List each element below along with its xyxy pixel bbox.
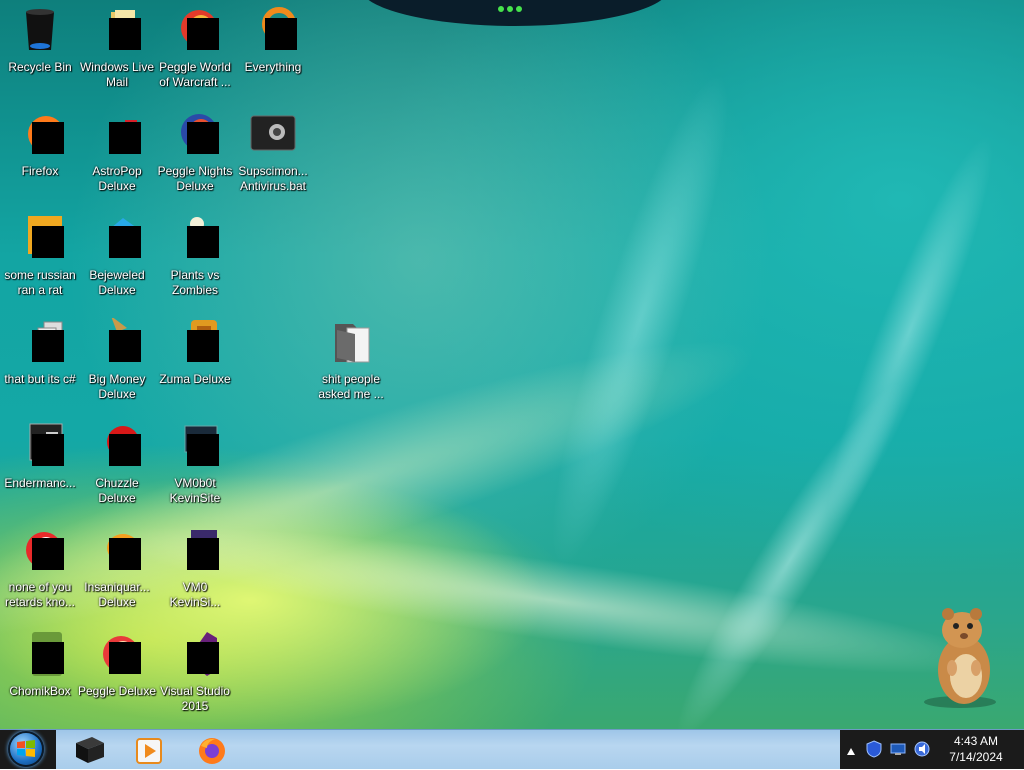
- recycle-bin-icon: [16, 6, 64, 54]
- desktop-icon-label: Firefox: [21, 164, 59, 178]
- monitor-icon: [171, 526, 219, 574]
- gem-icon: [93, 214, 141, 262]
- desktop-icon-big-money-deluxe[interactable]: Big Money Deluxe: [77, 316, 157, 402]
- windows-logo-icon: [8, 731, 44, 767]
- visual-studio-icon: [171, 630, 219, 678]
- taskbar-media-player[interactable]: [124, 732, 172, 767]
- desktop-icon-label: some russian ran a rat: [4, 268, 76, 297]
- taskbar-firefox[interactable]: [188, 732, 236, 767]
- taskbar: 4:43 AM 7/14/2024: [0, 729, 1024, 769]
- desktop-icon-firefox[interactable]: Firefox: [0, 110, 80, 179]
- media-player-icon: [136, 738, 162, 768]
- desktop-icon-astropop-deluxe[interactable]: AstroPop Deluxe: [77, 110, 157, 194]
- desktop-icon-label: Peggle World of Warcraft ...: [159, 60, 231, 89]
- desktop-icon-vm0b0t-kevinsite[interactable]: VM0b0t KevinSite: [155, 422, 235, 506]
- document-icon: e: [16, 214, 64, 262]
- desktop-icon-label: Chuzzle Deluxe: [95, 476, 139, 505]
- clock[interactable]: 4:43 AM 7/14/2024: [930, 733, 1022, 765]
- hamster-gadget[interactable]: [920, 600, 1010, 710]
- desktop-icon-label: none of you retards kno...: [4, 580, 76, 609]
- clock-date: 7/14/2024: [949, 750, 1003, 764]
- game-icon: [93, 422, 141, 470]
- desktop-icon-supscimon-antivirus-bat[interactable]: Supscimon... Antivirus.bat: [233, 110, 313, 194]
- desktop-icon-chomikbox[interactable]: ox ChomikBox: [0, 630, 80, 699]
- desktop-icon-label: VM0 KevinSi...: [169, 580, 221, 609]
- game-icon: [93, 110, 141, 158]
- desktop-icon-visual-studio-2015[interactable]: Visual Studio 2015: [155, 630, 235, 714]
- desktop-icon-label: Visual Studio 2015: [160, 684, 230, 713]
- desktop-icon-peggle-deluxe[interactable]: Peggle Deluxe: [77, 630, 157, 699]
- desktop-icon-that-but-its-csharp[interactable]: that but its c#: [0, 318, 80, 387]
- taskbar-recycle-bin[interactable]: [66, 732, 114, 767]
- desktop-icon-label: Plants vs Zombies: [170, 268, 220, 297]
- terminal-icon: [16, 422, 64, 470]
- desktop-icon-insaniquarium-deluxe[interactable]: Insaniquar... Deluxe: [77, 526, 157, 610]
- mail-icon: [93, 6, 141, 54]
- fish-icon: [93, 526, 141, 574]
- folder-icon: [327, 318, 375, 366]
- desktop-icon-none-of-you[interactable]: none of you retards kno...: [0, 526, 80, 610]
- start-button[interactable]: [0, 730, 56, 769]
- peggle-icon: [16, 526, 64, 574]
- desktop-icon-label: that but its c#: [4, 372, 76, 386]
- recycle-bin-icon: [74, 735, 106, 769]
- desktop-icon-label: Big Money Deluxe: [88, 372, 146, 401]
- firefox-icon: [197, 736, 227, 770]
- monitor-icon: [171, 422, 219, 470]
- firefox-icon: [16, 110, 64, 158]
- desktop-icon-label: Everything: [244, 60, 302, 74]
- desktop-icon-label: Insaniquar... Deluxe: [84, 580, 150, 609]
- top-gadget: [360, 0, 670, 26]
- desktop-icon-label: shit people asked me ...: [318, 372, 384, 401]
- desktop-icon-zuma-deluxe[interactable]: Zuma Deluxe: [155, 318, 235, 387]
- desktop-icon-label: AstroPop Deluxe: [92, 164, 142, 193]
- desktop-icon-windows-live-mail[interactable]: Windows Live Mail: [77, 6, 157, 90]
- desktop-icon-bejeweled-deluxe[interactable]: Bejeweled Deluxe: [77, 214, 157, 298]
- desktop[interactable]: Recycle Bin Windows Live Mail Peggle Wor…: [0, 0, 1024, 729]
- desktop-icon-label: Recycle Bin: [8, 60, 72, 74]
- system-tray: 4:43 AM 7/14/2024: [840, 730, 1024, 769]
- desktop-icon-label: Bejeweled Deluxe: [89, 268, 145, 297]
- desktop-icon-folder[interactable]: shit people asked me ...: [311, 318, 391, 402]
- copy-icon: [16, 318, 64, 366]
- desktop-icon-label: ChomikBox: [9, 684, 71, 698]
- desktop-icon-vm0-kevinsite[interactable]: VM0 KevinSi...: [155, 526, 235, 610]
- peggle-icon: [171, 110, 219, 158]
- peggle-icon: [171, 6, 219, 54]
- desktop-icon-label: VM0b0t KevinSite: [169, 476, 221, 505]
- desktop-icon-everything[interactable]: Everything: [233, 6, 313, 75]
- desktop-icon-some-russian-ran-a-rat[interactable]: e some russian ran a rat: [0, 214, 80, 298]
- hamster-box-icon: ox: [16, 630, 64, 678]
- desktop-icon-endermanch[interactable]: Endermanc...: [0, 422, 80, 491]
- volume-icon[interactable]: [914, 740, 930, 762]
- batch-file-icon: [249, 110, 297, 158]
- desktop-icon-label: Endermanc...: [4, 476, 76, 490]
- desktop-icon-chuzzle-deluxe[interactable]: Chuzzle Deluxe: [77, 422, 157, 506]
- desktop-icon-peggle-nights-deluxe[interactable]: Peggle Nights Deluxe: [155, 110, 235, 194]
- desktop-icon-label: Supscimon... Antivirus.bat: [238, 164, 308, 193]
- desktop-icon-label: Zuma Deluxe: [159, 372, 231, 386]
- network-icon[interactable]: [890, 741, 906, 761]
- clock-time: 4:43 AM: [953, 734, 999, 748]
- desktop-icon-plants-vs-zombies[interactable]: Plants vs Zombies: [155, 214, 235, 298]
- show-hidden-icons-icon[interactable]: [846, 743, 856, 755]
- desktop-icon-label: Peggle Nights Deluxe: [157, 164, 233, 193]
- desktop-icon-label: Windows Live Mail: [79, 60, 155, 89]
- search-icon: [249, 6, 297, 54]
- plant-icon: [171, 214, 219, 262]
- shield-icon[interactable]: [866, 740, 882, 762]
- desktop-icon-recycle-bin[interactable]: Recycle Bin: [0, 6, 80, 75]
- desktop-icon-label: Peggle Deluxe: [77, 684, 157, 698]
- peggle-icon: [93, 630, 141, 678]
- game-icon: [93, 316, 141, 366]
- desktop-icon-peggle-world-of-warcraft[interactable]: Peggle World of Warcraft ...: [155, 6, 235, 90]
- game-icon: [171, 318, 219, 366]
